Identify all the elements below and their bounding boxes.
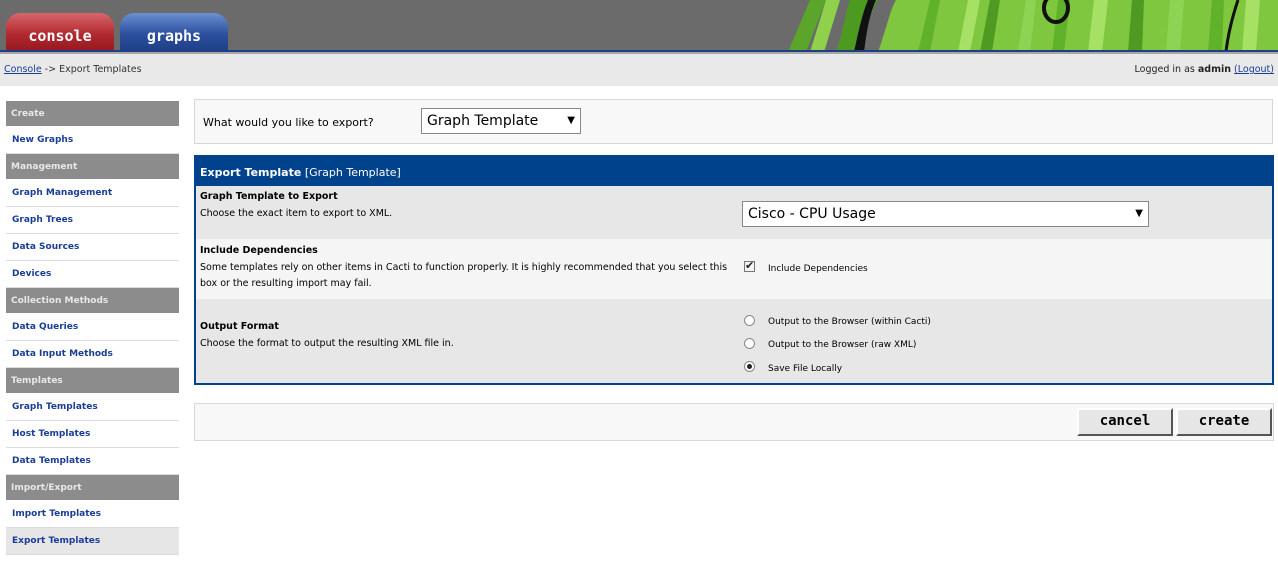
login-prefix: Logged in as [1134, 64, 1198, 75]
format-option-browser-raw: Output to the Browser (raw XML) [768, 340, 917, 350]
sidebar-item-import-templates[interactable]: Import Templates [6, 501, 179, 528]
export-type-panel: What would you like to export? Graph Tem… [194, 99, 1273, 144]
tab-console[interactable]: console [6, 13, 114, 52]
menu-header-collection-methods: Collection Methods [6, 288, 179, 314]
sidebar-item-export-templates[interactable]: Export Templates [6, 528, 179, 555]
form-header: Export Template [Graph Template] [196, 157, 1272, 186]
top-header: console graphs [0, 0, 1278, 52]
menu-header-import-export: Import/Export [6, 475, 179, 501]
sidebar-item-graph-trees[interactable]: Graph Trees [6, 207, 179, 234]
sidebar-item-data-queries[interactable]: Data Queries [6, 314, 179, 341]
sidebar-item-graph-management[interactable]: Graph Management [6, 180, 179, 207]
export-question-label: What would you like to export? [203, 116, 374, 129]
form-header-subtitle: [Graph Template] [304, 166, 401, 179]
sidebar-item-data-sources[interactable]: Data Sources [6, 234, 179, 261]
header-cactus-art [718, 0, 1278, 52]
logout-link[interactable]: (Logout) [1234, 64, 1274, 75]
dropdown-arrow-icon: ▼ [567, 115, 575, 126]
dependencies-row-title: Include Dependencies [200, 245, 318, 256]
breadcrumb: Console -> Export Templates [4, 64, 142, 75]
nav-bar: Console -> Export Templates Logged in as… [0, 52, 1278, 86]
format-row-title: Output Format [200, 321, 279, 332]
dropdown-arrow-icon: ▼ [1135, 208, 1143, 219]
format-row-description: Choose the format to output the resultin… [200, 338, 454, 349]
sidebar-item-data-input-methods[interactable]: Data Input Methods [6, 341, 179, 368]
format-radio-browser-cacti[interactable] [744, 315, 755, 326]
row-graph-template: Graph Template to Export Choose the exac… [196, 186, 1272, 239]
include-dependencies-checkbox[interactable]: ✔ [744, 260, 755, 272]
login-username: admin [1197, 64, 1232, 75]
sidebar-item-data-templates[interactable]: Data Templates [6, 448, 179, 475]
template-row-description: Choose the exact item to export to XML. [200, 208, 393, 219]
graph-template-select[interactable]: Cisco - CPU Usage ▼ [742, 201, 1149, 227]
login-status: Logged in as admin (Logout) [1135, 64, 1275, 75]
row-output-format: Output Format Choose the format to outpu… [196, 299, 1272, 383]
format-option-browser-cacti: Output to the Browser (within Cacti) [768, 317, 931, 327]
sidebar-menu: Create New Graphs Management Graph Manag… [6, 101, 179, 555]
breadcrumb-separator: -> [41, 64, 60, 75]
cancel-button[interactable]: cancel [1077, 408, 1173, 436]
menu-header-create: Create [6, 101, 179, 127]
format-radio-browser-raw[interactable] [744, 338, 755, 349]
sidebar-item-devices[interactable]: Devices [6, 261, 179, 288]
breadcrumb-console-link[interactable]: Console [4, 64, 42, 75]
export-type-value: Graph Template [427, 113, 539, 129]
breadcrumb-current: Export Templates [59, 64, 142, 75]
form-header-title: Export Template [200, 166, 302, 179]
sidebar-item-graph-templates[interactable]: Graph Templates [6, 394, 179, 421]
format-option-save-local: Save File Locally [768, 364, 843, 374]
menu-header-templates: Templates [6, 368, 179, 394]
dependencies-row-description: Some templates rely on other items in Ca… [200, 262, 728, 289]
export-type-select[interactable]: Graph Template ▼ [421, 108, 581, 134]
graph-template-value: Cisco - CPU Usage [748, 206, 876, 222]
create-button[interactable]: create [1176, 408, 1272, 436]
export-template-form: Export Template [Graph Template] Graph T… [194, 155, 1274, 385]
row-include-dependencies: Include Dependencies Some templates rely… [196, 239, 1272, 299]
tab-graphs[interactable]: graphs [120, 13, 228, 52]
include-dependencies-label: Include Dependencies [768, 264, 868, 274]
format-radio-save-local[interactable] [744, 361, 755, 372]
action-bar: cancel create [194, 403, 1274, 441]
menu-header-management: Management [6, 154, 179, 180]
sidebar-item-host-templates[interactable]: Host Templates [6, 421, 179, 448]
sidebar-item-new-graphs[interactable]: New Graphs [6, 127, 179, 154]
template-row-title: Graph Template to Export [200, 191, 338, 202]
